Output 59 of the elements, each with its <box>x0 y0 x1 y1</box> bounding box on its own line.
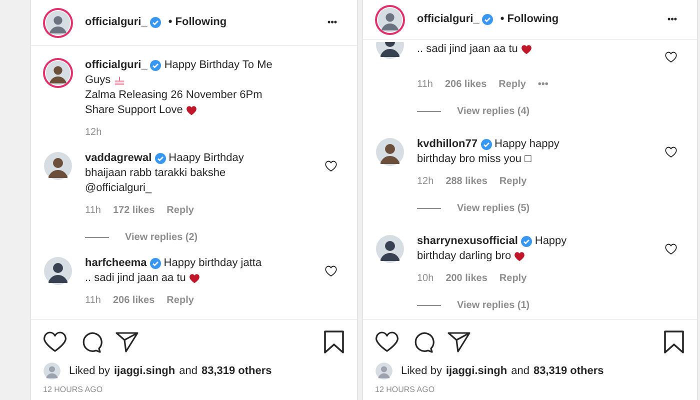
comment-time: 11h <box>85 204 101 218</box>
comment-time: 12h <box>417 175 434 189</box>
liked-by-label: and <box>179 364 198 379</box>
comment-username[interactable]: vaddagrewal <box>85 151 152 166</box>
bookmark-icon[interactable] <box>323 330 345 354</box>
share-icon[interactable] <box>115 331 139 353</box>
post-time: 12 HOURS AGO <box>43 384 104 396</box>
post-time: 12 HOURS AGO <box>375 384 436 396</box>
comment-text: Happy Birthday To Me <box>164 58 272 73</box>
comment-text: Happy <box>534 234 567 249</box>
avatar[interactable] <box>43 256 73 286</box>
liked-by-user[interactable]: ijaggi.singh <box>114 362 176 380</box>
post-username[interactable]: officialguri_ <box>85 14 148 31</box>
comment-text: .. sadi jind jaan aa tu <box>417 42 518 57</box>
liked-by-label: Liked by <box>69 364 110 379</box>
like-icon[interactable] <box>325 265 337 277</box>
comment-time: 11h <box>85 294 101 308</box>
liked-by-user[interactable]: ijaggi.singh <box>446 362 508 380</box>
comment-text: Share Support Love <box>85 103 183 118</box>
share-icon[interactable] <box>447 331 471 353</box>
comment-username[interactable]: sharrynexusofficial <box>417 234 518 249</box>
comment-time: 12h <box>85 126 102 140</box>
like-icon[interactable] <box>325 160 337 172</box>
comment-text: Happy birthday jatta <box>164 256 262 271</box>
comment-text: Zalma Releasing 26 November 6Pm <box>85 88 262 103</box>
avatar[interactable] <box>43 151 73 181</box>
like-icon[interactable] <box>665 51 677 63</box>
comment-time: 11h <box>417 78 433 92</box>
avatar[interactable] <box>375 137 405 167</box>
comment-username[interactable]: kvdhillon77 <box>417 137 478 152</box>
post-username[interactable]: officialguri_ <box>417 11 480 28</box>
bookmark-icon[interactable] <box>663 330 685 354</box>
comment-text: birthday darling bro <box>417 249 512 264</box>
comment-time: 10h <box>417 272 434 286</box>
liked-by-label: Liked by <box>401 364 442 379</box>
like-icon[interactable] <box>43 331 67 353</box>
avatar[interactable] <box>375 234 405 264</box>
more-button[interactable]: ••• <box>668 12 685 26</box>
like-icon[interactable] <box>665 243 677 255</box>
like-icon[interactable] <box>665 146 677 158</box>
more-button[interactable]: ••• <box>328 16 345 30</box>
avatar[interactable] <box>375 4 405 34</box>
avatar[interactable] <box>43 58 73 88</box>
likes-count[interactable]: 83,319 others <box>201 362 272 380</box>
likes-count[interactable]: 83,319 others <box>533 362 604 380</box>
comment-text: Haapy Birthday <box>168 151 244 166</box>
comment-text: Guys <box>85 73 111 88</box>
comment-text: @officialguri_ <box>85 181 152 196</box>
liked-by-label: and <box>511 364 530 379</box>
comment-text: bhaijaan rabb tarakki bakshe <box>85 166 226 181</box>
following-button[interactable]: • Following <box>500 11 559 28</box>
following-button[interactable]: • Following <box>168 14 227 31</box>
comment-text: .. sadi jind jaan aa tu <box>85 271 186 286</box>
comment-text: Happy happy <box>494 137 560 152</box>
like-icon[interactable] <box>375 331 399 353</box>
comment-username[interactable]: harfcheema <box>85 256 147 271</box>
comment-username[interactable]: officialguri_ <box>85 58 148 73</box>
comment-text: birthday bro miss you □ <box>417 152 532 167</box>
avatar[interactable] <box>43 8 73 38</box>
